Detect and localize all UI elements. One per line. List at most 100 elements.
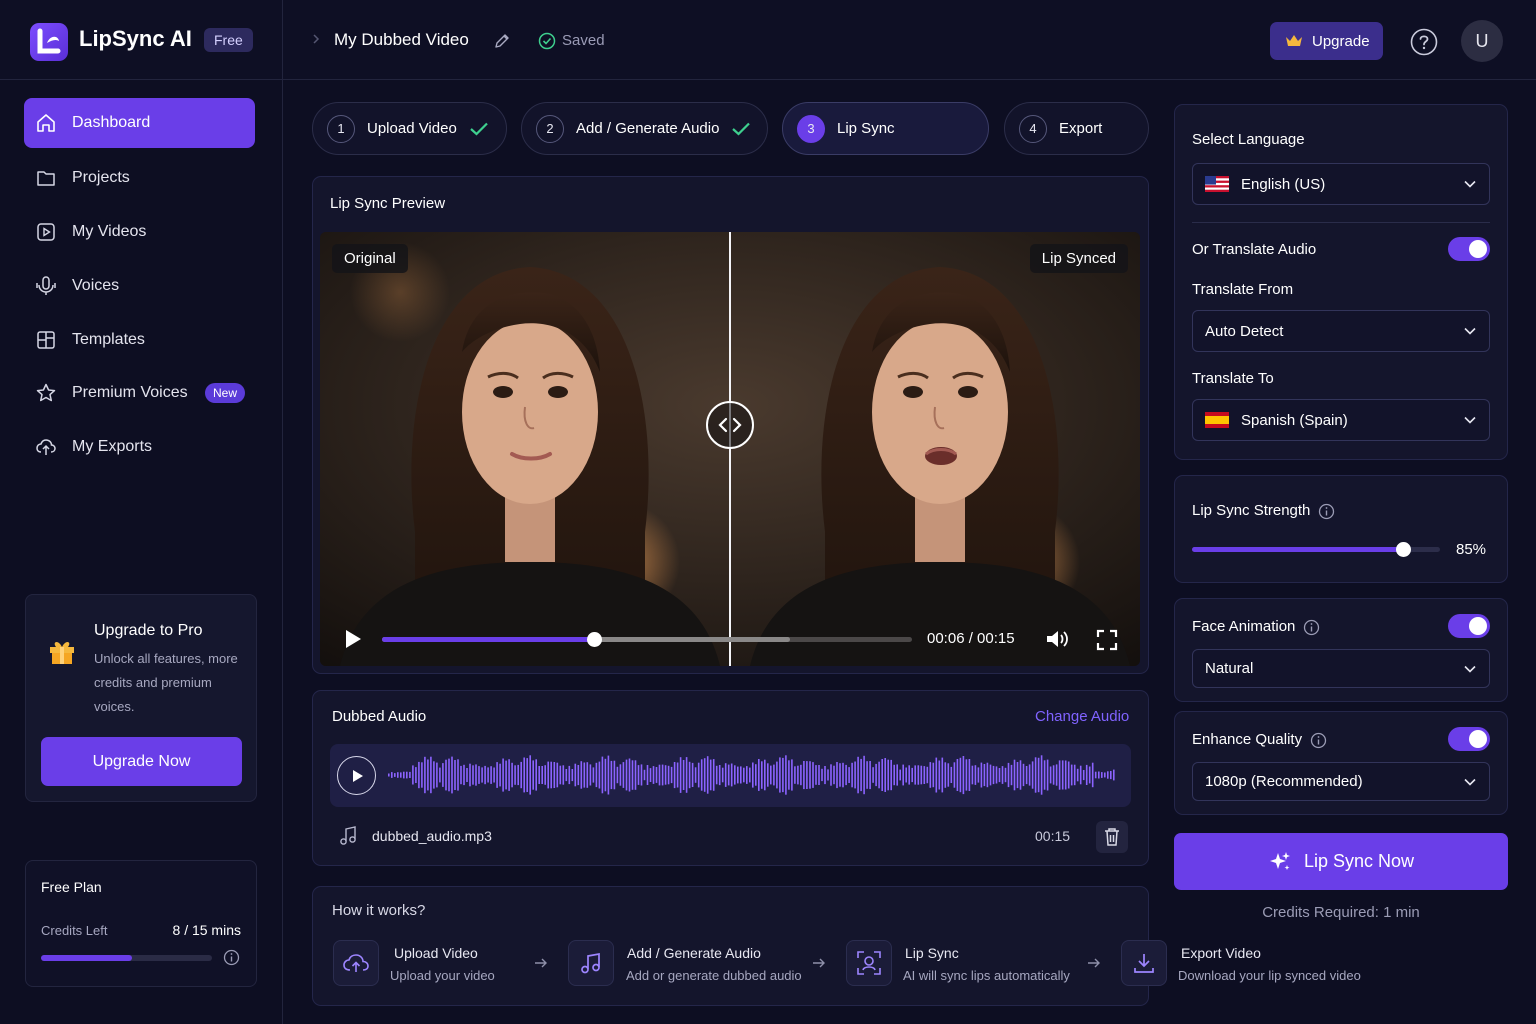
waveform-bar (887, 759, 889, 791)
waveform-bar (421, 762, 423, 788)
waveform-bar (409, 771, 411, 778)
waveform-bar (998, 768, 1001, 783)
music-icon (568, 940, 614, 986)
waveform-bar (800, 764, 802, 786)
sidebar-divider (282, 0, 283, 1024)
waveform-bar (836, 762, 838, 789)
waveform-bar (944, 762, 947, 788)
face-animation-select[interactable]: Natural (1192, 649, 1490, 688)
sidebar-item-dashboard[interactable]: Dashboard (24, 98, 255, 148)
waveform-bar (670, 766, 673, 784)
sidebar-item-templates[interactable]: Templates (24, 315, 255, 365)
info-icon[interactable] (1310, 732, 1327, 749)
waveform-bar (875, 763, 877, 787)
video-seek-bar[interactable] (382, 632, 912, 647)
sidebar-item-my-exports[interactable]: My Exports (24, 422, 255, 472)
waveform-bar (568, 765, 571, 785)
waveform-bar (538, 766, 540, 784)
waveform-bar (893, 764, 895, 786)
sidebar-item-premium-voices[interactable]: Premium Voices New (24, 368, 255, 418)
waveform-bar (655, 767, 658, 783)
sidebar-item-label: My Videos (72, 223, 147, 240)
waveform-bar (631, 760, 634, 790)
compare-divider[interactable] (729, 232, 731, 666)
enhance-quality-toggle[interactable] (1448, 727, 1490, 751)
step-export[interactable]: 4 Export (1004, 102, 1149, 155)
info-icon[interactable] (223, 949, 240, 966)
waveform-bar (607, 755, 610, 795)
waveform-bar (448, 758, 450, 792)
waveform-bar (676, 762, 679, 788)
waveform-bar (989, 764, 992, 786)
waveform-bar (571, 769, 574, 782)
info-icon[interactable] (1318, 503, 1335, 520)
waveform-bar (803, 761, 805, 790)
sidebar-item-projects[interactable]: Projects (24, 153, 255, 203)
export-icon (34, 435, 58, 459)
video-player[interactable]: Original Lip Synced 00:06 / 00:15 (320, 232, 1140, 666)
translate-to-select[interactable]: Spanish (Spain) (1192, 399, 1490, 441)
edit-title-icon[interactable] (493, 32, 511, 50)
help-icon[interactable] (1410, 28, 1438, 56)
volume-icon[interactable] (1045, 628, 1071, 650)
seek-handle[interactable] (587, 632, 602, 647)
lip-sync-now-button[interactable]: Lip Sync Now (1174, 833, 1508, 890)
upgrade-now-button[interactable]: Upgrade Now (41, 737, 242, 786)
waveform-bar (797, 765, 799, 785)
audio-play-icon[interactable] (337, 756, 376, 795)
waveform-bar (397, 772, 399, 778)
waveform-bar (436, 762, 438, 788)
waveform-bar (553, 762, 556, 788)
waveform-bar (649, 768, 652, 782)
sidebar-item-my-videos[interactable]: My Videos (24, 207, 255, 257)
face-animation-value: Natural (1205, 660, 1254, 677)
check-icon (469, 121, 489, 137)
language-select[interactable]: English (US) (1192, 163, 1490, 205)
compare-handle-icon[interactable] (706, 401, 754, 449)
waveform-bar (950, 766, 953, 783)
change-audio-link[interactable]: Change Audio (1035, 708, 1129, 725)
strength-slider-handle[interactable] (1395, 542, 1411, 557)
waveform-bar (770, 765, 772, 785)
strength-slider[interactable] (1192, 542, 1440, 557)
delete-audio-icon[interactable] (1096, 821, 1128, 853)
waveform-bar (935, 757, 938, 793)
play-icon[interactable] (342, 628, 364, 650)
waveform-bar (869, 761, 871, 790)
waveform-bar (688, 761, 691, 789)
project-title[interactable]: My Dubbed Video (334, 30, 469, 50)
step-upload-video[interactable]: 1 Upload Video (312, 102, 507, 155)
waveform-bar (427, 759, 429, 791)
waveform-bar (815, 765, 817, 785)
translate-audio-toggle[interactable] (1448, 237, 1490, 261)
credits-progress-bar (41, 955, 212, 961)
audio-waveform[interactable] (330, 744, 1131, 807)
waveform-bar (1107, 771, 1109, 779)
waveform-bar (755, 764, 757, 786)
waveform-bar (905, 767, 907, 783)
credits-label: Credits Left (41, 923, 108, 938)
waveform-bar (721, 767, 724, 783)
translate-audio-label: Or Translate Audio (1192, 241, 1317, 258)
quality-select[interactable]: 1080p (Recommended) (1192, 762, 1490, 801)
us-flag-icon (1205, 176, 1229, 192)
sidebar-item-voices[interactable]: Voices (24, 261, 255, 311)
waveform-bar (577, 765, 580, 786)
step-add-audio[interactable]: 2 Add / Generate Audio (521, 102, 768, 155)
how-step-title: Add / Generate Audio (627, 945, 761, 961)
waveform-bar (619, 764, 622, 786)
waveform-bar (682, 760, 685, 790)
audio-file-name: dubbed_audio.mp3 (372, 828, 492, 844)
waveform-bar (1085, 764, 1088, 785)
sidebar-item-label: Dashboard (72, 114, 151, 131)
waveform-bar (734, 765, 736, 785)
fullscreen-icon[interactable] (1096, 629, 1118, 651)
step-lip-sync[interactable]: 3 Lip Sync (782, 102, 989, 155)
translate-from-select[interactable]: Auto Detect (1192, 310, 1490, 352)
upgrade-button[interactable]: Upgrade (1270, 22, 1383, 60)
face-animation-toggle[interactable] (1448, 614, 1490, 638)
waveform-bar (604, 758, 607, 792)
avatar[interactable]: U (1461, 20, 1503, 62)
waveform-bar (860, 758, 862, 792)
info-icon[interactable] (1303, 619, 1320, 636)
